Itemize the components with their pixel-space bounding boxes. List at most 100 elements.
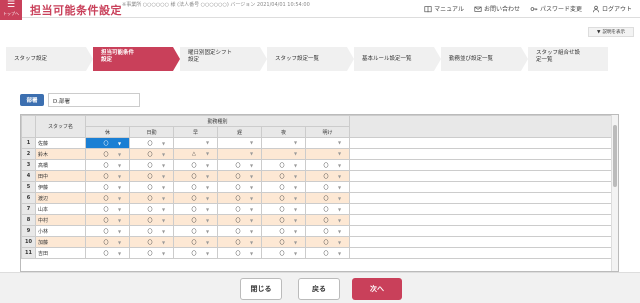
condition-select[interactable]: 〇 ▼: [304, 159, 351, 171]
condition-select[interactable]: 〇 ▼: [304, 247, 351, 259]
condition-select[interactable]: 〇 ▼: [217, 192, 262, 204]
row-number: 10: [21, 236, 36, 248]
condition-select[interactable]: 〇 ▼: [304, 236, 351, 248]
department-field[interactable]: D.部署: [48, 93, 140, 107]
step-basic-rules-list[interactable]: 基本ルール設定一覧: [354, 47, 441, 71]
condition-select[interactable]: 〇 ▼: [129, 203, 174, 215]
condition-select[interactable]: 〇 ▼: [129, 148, 174, 160]
next-button[interactable]: 次へ: [352, 278, 402, 300]
condition-select[interactable]: 〇 ▼: [304, 181, 351, 193]
password-link[interactable]: パスワード変更: [530, 4, 582, 13]
step-staff-settings-list[interactable]: スタッフ設定一覧: [267, 47, 354, 71]
condition-select[interactable]: ▼: [173, 137, 218, 149]
condition-select[interactable]: 〇 ▼: [129, 170, 174, 182]
show-description-button[interactable]: ▼ 説明を表示: [588, 27, 634, 37]
condition-select[interactable]: 〇 ▼: [173, 203, 218, 215]
back-button[interactable]: 戻る: [298, 278, 340, 300]
condition-select[interactable]: 〇 ▼: [261, 203, 306, 215]
condition-select[interactable]: 〇 ▼: [217, 170, 262, 182]
condition-value: 〇: [235, 217, 241, 224]
condition-select[interactable]: 〇 ▼: [129, 236, 174, 248]
condition-select[interactable]: 〇 ▼: [129, 159, 174, 171]
chevron-down-icon: ▼: [249, 151, 254, 156]
condition-select[interactable]: 〇 ▼: [173, 225, 218, 237]
chevron-down-icon: ▼: [161, 228, 166, 234]
condition-select[interactable]: 〇 ▼: [173, 170, 218, 182]
condition-select[interactable]: ▼: [261, 137, 306, 149]
condition-select[interactable]: 〇 ▼: [304, 225, 351, 237]
manual-link[interactable]: マニュアル: [424, 4, 464, 13]
condition-select[interactable]: 〇 ▼: [304, 203, 351, 215]
row-number: 1: [21, 137, 36, 149]
empty-cell: [349, 170, 615, 182]
condition-select[interactable]: 〇 ▼: [217, 214, 262, 226]
condition-select[interactable]: 〇 ▼: [261, 214, 306, 226]
manual-label: マニュアル: [434, 6, 464, 13]
condition-value: 〇: [103, 162, 109, 169]
step-label: 担当可能条件: [101, 50, 135, 56]
condition-select[interactable]: 〇 ▼: [217, 236, 262, 248]
step-assignable-conditions[interactable]: 担当可能条件 設定: [93, 47, 180, 71]
condition-select[interactable]: 〇 ▼: [85, 192, 130, 204]
home-button[interactable]: ☰ トップへ: [0, 0, 22, 20]
condition-select[interactable]: 〇 ▼: [217, 225, 262, 237]
chevron-down-icon: ▼: [338, 184, 342, 190]
condition-select[interactable]: 〇 ▼: [261, 192, 306, 204]
condition-select[interactable]: 〇 ▼: [261, 236, 306, 248]
condition-select[interactable]: 〇 ▼: [173, 181, 218, 193]
condition-select[interactable]: 〇 ▼: [173, 159, 218, 171]
condition-select[interactable]: 〇 ▼: [85, 159, 130, 171]
condition-select[interactable]: ▼: [217, 148, 262, 160]
step-shift-order-list[interactable]: 勤務並び設定一覧: [441, 47, 528, 71]
condition-select[interactable]: 〇 ▼: [261, 247, 306, 259]
condition-select[interactable]: 〇 ▼: [85, 236, 130, 248]
condition-select[interactable]: 〇 ▼: [217, 159, 262, 171]
condition-select[interactable]: 〇 ▼: [85, 148, 130, 160]
chevron-down-icon: ▼: [117, 250, 122, 256]
condition-select[interactable]: 〇 ▼: [85, 181, 130, 193]
condition-select[interactable]: 〇 ▼: [217, 181, 262, 193]
condition-select[interactable]: 〇 ▼: [85, 214, 130, 226]
step-staff-combination-list[interactable]: スタッフ組合せ設 定一覧: [528, 47, 608, 71]
condition-select[interactable]: 〇 ▼: [129, 192, 174, 204]
condition-select[interactable]: 〇 ▼: [85, 203, 130, 215]
condition-select[interactable]: 〇 ▼: [85, 170, 130, 182]
scroll-thumb[interactable]: [613, 125, 617, 187]
condition-select[interactable]: 〇 ▼: [173, 236, 218, 248]
condition-select[interactable]: 〇 ▼: [261, 225, 306, 237]
condition-select[interactable]: 〇 ▼: [85, 225, 130, 237]
contact-link[interactable]: お問い合わせ: [474, 4, 520, 13]
staff-name: 高橋: [35, 159, 86, 171]
condition-select[interactable]: 〇 ▼: [173, 214, 218, 226]
condition-select[interactable]: 〇 ▼: [129, 181, 174, 193]
condition-select[interactable]: △ ▼: [173, 148, 218, 160]
condition-select[interactable]: ▼: [304, 148, 351, 160]
condition-select[interactable]: 〇 ▼: [173, 192, 218, 204]
condition-select[interactable]: 〇 ▼: [129, 214, 174, 226]
condition-select[interactable]: 〇 ▼: [304, 192, 351, 204]
condition-select[interactable]: 〇 ▼: [129, 137, 174, 149]
condition-select[interactable]: ▼: [261, 148, 306, 160]
step-staff-settings[interactable]: スタッフ設定: [6, 47, 93, 71]
logout-link[interactable]: ログアウト: [592, 4, 632, 13]
step-weekday-fixed-shift[interactable]: 曜日別固定シフト 設定: [180, 47, 267, 71]
condition-select[interactable]: 〇 ▼: [129, 225, 174, 237]
condition-select[interactable]: 〇 ▼: [304, 170, 351, 182]
condition-select[interactable]: 〇 ▼: [217, 247, 262, 259]
condition-select[interactable]: ▼: [217, 137, 262, 149]
close-button[interactable]: 閉じる: [240, 278, 282, 300]
condition-value: 〇: [147, 162, 153, 169]
condition-select[interactable]: 〇 ▼: [129, 247, 174, 259]
condition-select[interactable]: 〇 ▼: [261, 170, 306, 182]
condition-select[interactable]: 〇 ▼: [173, 247, 218, 259]
condition-select[interactable]: ▼: [304, 137, 351, 149]
condition-select[interactable]: 〇 ▼: [217, 203, 262, 215]
condition-select[interactable]: 〇 ▼: [261, 159, 306, 171]
condition-value: 〇: [103, 173, 109, 180]
condition-select[interactable]: 〇 ▼: [85, 247, 130, 259]
condition-select[interactable]: 〇 ▼: [85, 137, 130, 149]
condition-select[interactable]: 〇 ▼: [261, 181, 306, 193]
vertical-scrollbar[interactable]: [611, 115, 618, 271]
shift-type-group-header: 勤務種別: [84, 115, 351, 127]
condition-select[interactable]: 〇 ▼: [304, 214, 351, 226]
